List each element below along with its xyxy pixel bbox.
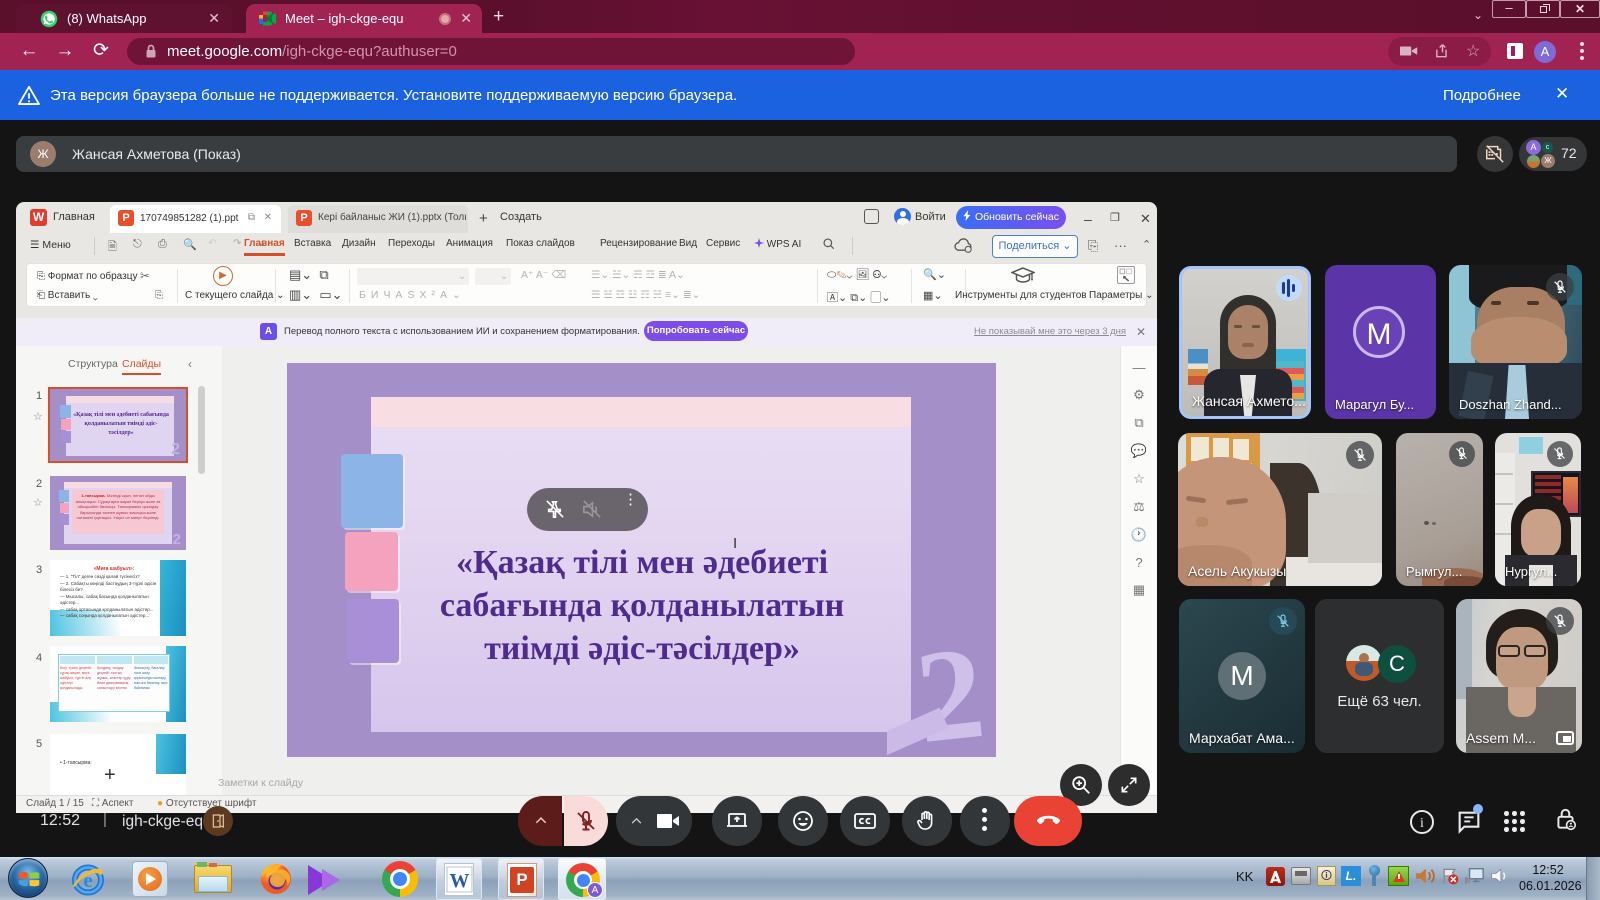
svg-text:W: W <box>450 870 470 892</box>
